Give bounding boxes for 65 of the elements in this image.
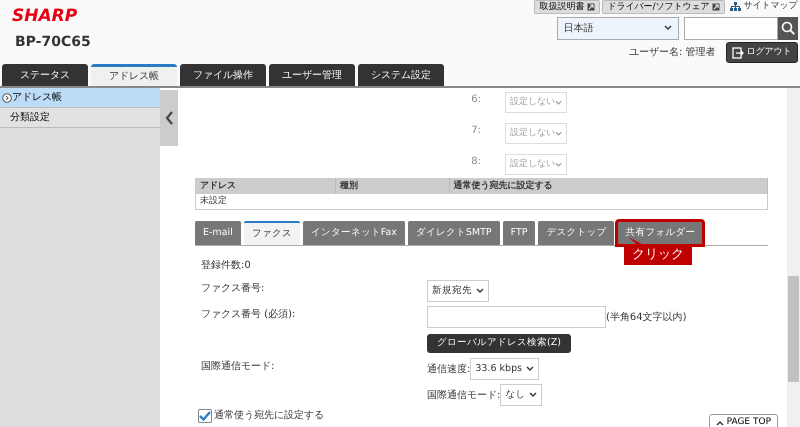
sitemap-link[interactable]: サイトマップ xyxy=(730,0,798,14)
text-field[interactable] xyxy=(427,306,606,328)
user-name: ユーザー名: 管理者 xyxy=(628,46,716,60)
check-icon xyxy=(198,410,210,420)
record-count: 登録件数:0 xyxy=(201,259,252,273)
search-button[interactable] xyxy=(778,16,798,40)
caret-icon xyxy=(526,366,534,372)
global-search-button[interactable]: グローバルアドレス検索(Z) xyxy=(427,334,571,352)
nav-tab[interactable]: ファイル操作 xyxy=(180,64,266,86)
external-link-icon xyxy=(712,3,720,11)
search-field[interactable] xyxy=(684,16,778,40)
column-header: 種別 xyxy=(335,178,450,194)
logo: SHARP xyxy=(12,8,78,25)
address-type-tab[interactable]: ファクス xyxy=(244,221,300,245)
header-link[interactable]: ドライバー/ソフトウェア xyxy=(602,0,725,14)
field-label: 通信速度: xyxy=(427,362,470,376)
checkbox-label: 通常使う宛先に設定する xyxy=(214,408,324,423)
header-link[interactable]: 取扱説明書 xyxy=(534,0,600,14)
address-type-tab[interactable]: ダイレクトSMTP xyxy=(408,221,500,245)
sitemap-icon xyxy=(730,2,741,12)
page-top-button[interactable]: PAGE TOP xyxy=(708,414,778,427)
dropdown[interactable]: 33.6 kbps xyxy=(470,358,540,380)
address-type-tab[interactable]: デスクトップ xyxy=(538,221,614,245)
caret-icon xyxy=(664,25,672,31)
address-type-tab[interactable]: E-mail xyxy=(195,221,241,245)
caret-icon xyxy=(555,130,562,136)
column-header: アドレス xyxy=(196,178,336,194)
nav-tab[interactable]: システム設定 xyxy=(358,64,444,86)
dropdown[interactable]: 新規宛先 xyxy=(427,280,489,302)
caret-icon xyxy=(555,162,562,168)
field-label: ファクス番号 (必須): xyxy=(201,308,296,320)
address-type-tab[interactable]: 共有フォルダー xyxy=(617,221,704,245)
caret-icon xyxy=(555,100,562,106)
nav-tab[interactable]: アドレス帳 xyxy=(91,64,177,86)
address-type-tab[interactable]: FTP xyxy=(502,221,536,245)
caret-icon xyxy=(476,288,484,294)
sidebar-item[interactable]: 分類設定 xyxy=(0,108,160,128)
nav-tab[interactable]: ユーザー管理 xyxy=(269,64,355,86)
language-select[interactable]: 日本語 xyxy=(556,16,678,40)
row-label: 6: xyxy=(470,93,482,107)
caret-up-icon xyxy=(716,420,724,426)
search-icon xyxy=(780,21,794,35)
row-label: 7: xyxy=(470,124,482,138)
chevron-circle-icon xyxy=(2,92,12,102)
chevron-left-icon xyxy=(164,111,174,125)
scrollbar-thumb[interactable] xyxy=(788,276,799,382)
column-header: 通常使う宛先に設定する xyxy=(449,178,768,194)
field-label: 国際通信モード: xyxy=(201,360,274,372)
table-cell: 未設定 xyxy=(196,194,336,210)
external-link-icon xyxy=(586,3,595,11)
model-name: BP-70C65 xyxy=(15,35,91,49)
hint-text: (半角64文字以内) xyxy=(606,310,687,324)
checkbox[interactable] xyxy=(198,408,212,422)
caret-icon xyxy=(529,392,538,398)
logout-icon xyxy=(732,46,744,58)
address-type-tab[interactable]: インターネットFax xyxy=(302,221,405,245)
sidebar-item[interactable]: アドレス帳 xyxy=(0,88,160,108)
field-label: 国際通信モード: xyxy=(427,388,500,402)
logout-button[interactable]: ログアウト xyxy=(726,42,798,63)
collapse-handle[interactable] xyxy=(160,90,178,146)
field-label: ファクス番号: xyxy=(201,282,264,294)
row-label: 8: xyxy=(470,155,482,169)
dropdown[interactable]: なし xyxy=(500,384,542,406)
scrollbar[interactable] xyxy=(787,88,800,427)
nav-tab[interactable]: ステータス xyxy=(2,64,88,86)
